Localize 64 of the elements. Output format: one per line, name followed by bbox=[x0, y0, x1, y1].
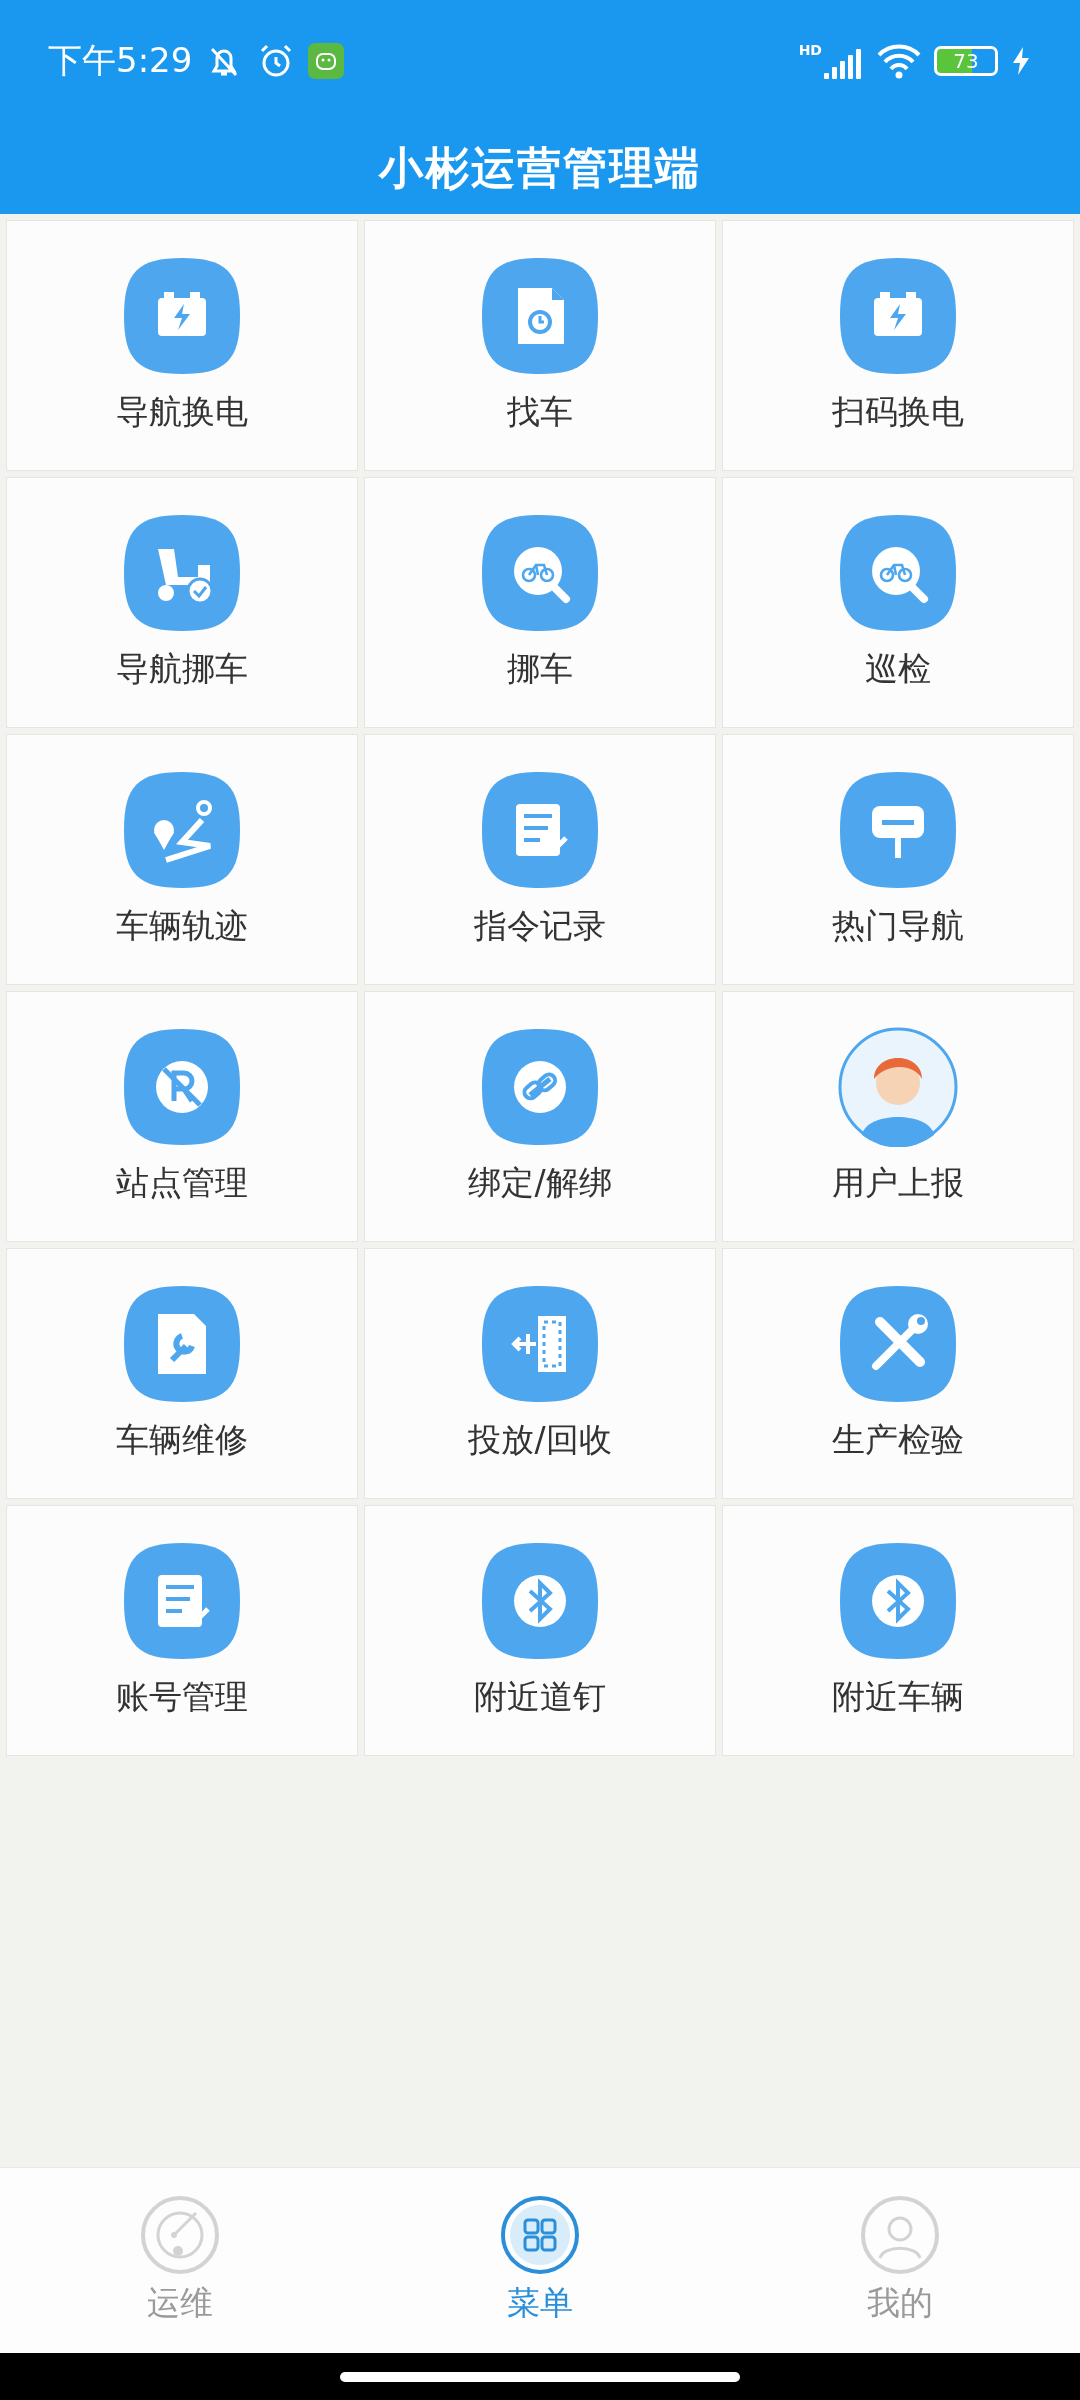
menu-label: 扫码换电 bbox=[832, 391, 964, 433]
menu-label: 车辆轨迹 bbox=[116, 905, 248, 947]
menu-label: 站点管理 bbox=[116, 1162, 248, 1204]
deploy-icon bbox=[480, 1284, 600, 1404]
menu-label: 附近道钉 bbox=[474, 1676, 606, 1718]
menu-item[interactable]: 巡检 bbox=[722, 477, 1074, 728]
menu-label: 用户上报 bbox=[832, 1162, 964, 1204]
app-notification-icon bbox=[308, 43, 345, 79]
bike-icon bbox=[838, 513, 958, 633]
menu-label: 附近车辆 bbox=[832, 1676, 964, 1718]
link-icon bbox=[480, 1027, 600, 1147]
menu-label: 绑定/解绑 bbox=[468, 1162, 612, 1204]
menu-item[interactable]: 投放/回收 bbox=[364, 1248, 716, 1499]
list-icon bbox=[122, 1541, 242, 1661]
menu-label: 账号管理 bbox=[116, 1676, 248, 1718]
person-icon bbox=[860, 2195, 940, 2275]
menu-label: 投放/回收 bbox=[468, 1419, 612, 1461]
bluetooth-icon bbox=[838, 1541, 958, 1661]
grid-icon bbox=[500, 2195, 580, 2275]
network-type: HD bbox=[798, 42, 822, 58]
menu-label: 热门导航 bbox=[832, 905, 964, 947]
wifi-icon bbox=[876, 43, 922, 79]
menu-item[interactable]: 热门导航 bbox=[722, 734, 1074, 985]
menu-item[interactable]: 车辆轨迹 bbox=[6, 734, 358, 985]
menu-item[interactable]: 指令记录 bbox=[364, 734, 716, 985]
scooter-icon bbox=[122, 513, 242, 633]
menu-label: 指令记录 bbox=[474, 905, 606, 947]
route-icon bbox=[122, 770, 242, 890]
menu-label: 车辆维修 bbox=[116, 1419, 248, 1461]
charging-icon bbox=[1010, 45, 1032, 77]
menu-item[interactable]: 绑定/解绑 bbox=[364, 991, 716, 1242]
tools-icon bbox=[838, 1284, 958, 1404]
list-icon bbox=[480, 770, 600, 890]
locate-icon bbox=[480, 256, 600, 376]
sign-icon bbox=[838, 770, 958, 890]
radar-icon bbox=[140, 2195, 220, 2275]
menu-item[interactable]: 生产检验 bbox=[722, 1248, 1074, 1499]
menu-label: 巡检 bbox=[865, 648, 931, 690]
menu-item[interactable]: 用户上报 bbox=[722, 991, 1074, 1242]
bike-icon bbox=[480, 513, 600, 633]
bluetooth-icon bbox=[480, 1541, 600, 1661]
menu-item[interactable]: 扫码换电 bbox=[722, 220, 1074, 471]
menu-label: 生产检验 bbox=[832, 1419, 964, 1461]
menu-item[interactable]: 站点管理 bbox=[6, 991, 358, 1242]
home-indicator[interactable] bbox=[340, 2371, 740, 2382]
menu-item[interactable]: 附近车辆 bbox=[722, 1505, 1074, 1756]
menu-item[interactable]: 账号管理 bbox=[6, 1505, 358, 1756]
battery-icon bbox=[838, 256, 958, 376]
noparking-icon bbox=[122, 1027, 242, 1147]
menu-label: 挪车 bbox=[507, 648, 573, 690]
menu-item[interactable]: 导航挪车 bbox=[6, 477, 358, 728]
menu-item[interactable]: 附近道钉 bbox=[364, 1505, 716, 1756]
menu-item[interactable]: 车辆维修 bbox=[6, 1248, 358, 1499]
menu-item[interactable]: 找车 bbox=[364, 220, 716, 471]
status-time: 下午5:29 bbox=[48, 39, 193, 82]
battery-icon bbox=[122, 256, 242, 376]
avatar-icon bbox=[838, 1027, 958, 1147]
menu-label: 找车 bbox=[507, 391, 573, 433]
menu-item[interactable]: 挪车 bbox=[364, 477, 716, 728]
repair-icon bbox=[122, 1284, 242, 1404]
menu-label: 导航挪车 bbox=[116, 648, 248, 690]
app-title: 小彬运营管理端 bbox=[379, 140, 701, 195]
menu-item[interactable]: 导航换电 bbox=[6, 220, 358, 471]
menu-label: 导航换电 bbox=[116, 391, 248, 433]
